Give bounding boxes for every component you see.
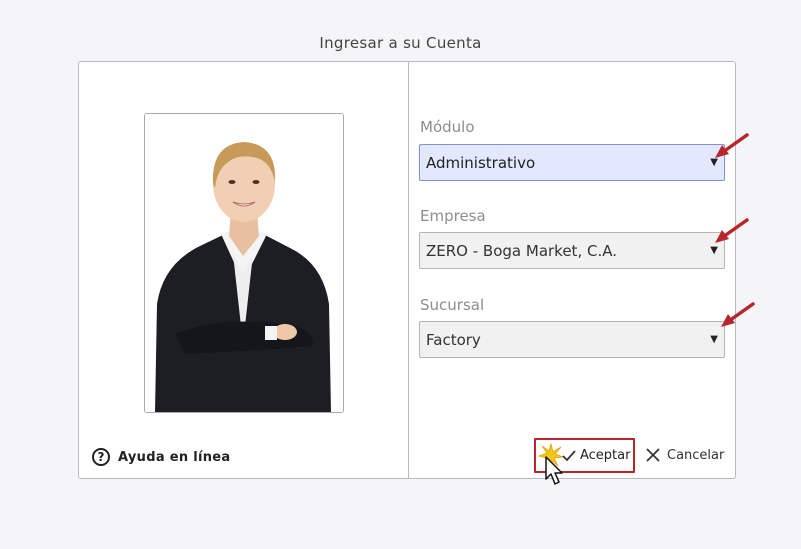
accept-label: Aceptar — [580, 448, 631, 463]
sucursal-value: Factory — [426, 330, 481, 349]
help-link[interactable]: ? Ayuda en línea — [92, 446, 231, 468]
annotation-arrow-icon — [721, 302, 755, 327]
question-circle-icon: ? — [92, 448, 110, 466]
sucursal-label: Sucursal — [420, 296, 485, 314]
mouse-pointer-icon — [545, 456, 563, 485]
dialog-title: Ingresar a su Cuenta — [319, 34, 482, 52]
close-icon — [646, 448, 660, 462]
empresa-select[interactable]: ZERO - Boga Market, C.A. ▼ — [419, 232, 725, 269]
modulo-label: Módulo — [420, 118, 475, 136]
empresa-label: Empresa — [420, 207, 486, 225]
annotation-arrow-icon — [715, 133, 749, 158]
help-label: Ayuda en línea — [118, 449, 231, 465]
panel-divider — [408, 62, 409, 478]
login-panel: ? Ayuda en línea Módulo Administrativo ▼… — [78, 61, 755, 485]
modulo-value: Administrativo — [426, 153, 536, 172]
empresa-value: ZERO - Boga Market, C.A. — [426, 241, 617, 260]
user-photo — [144, 113, 344, 413]
modulo-select[interactable]: Administrativo ▼ — [419, 144, 725, 181]
dropdown-arrow-icon: ▼ — [710, 334, 718, 345]
dropdown-arrow-icon: ▼ — [710, 245, 718, 256]
cancel-button[interactable]: Cancelar — [645, 444, 724, 466]
sucursal-select[interactable]: Factory ▼ — [419, 321, 725, 358]
annotation-arrow-icon — [715, 218, 749, 243]
cancel-label: Cancelar — [667, 447, 725, 463]
